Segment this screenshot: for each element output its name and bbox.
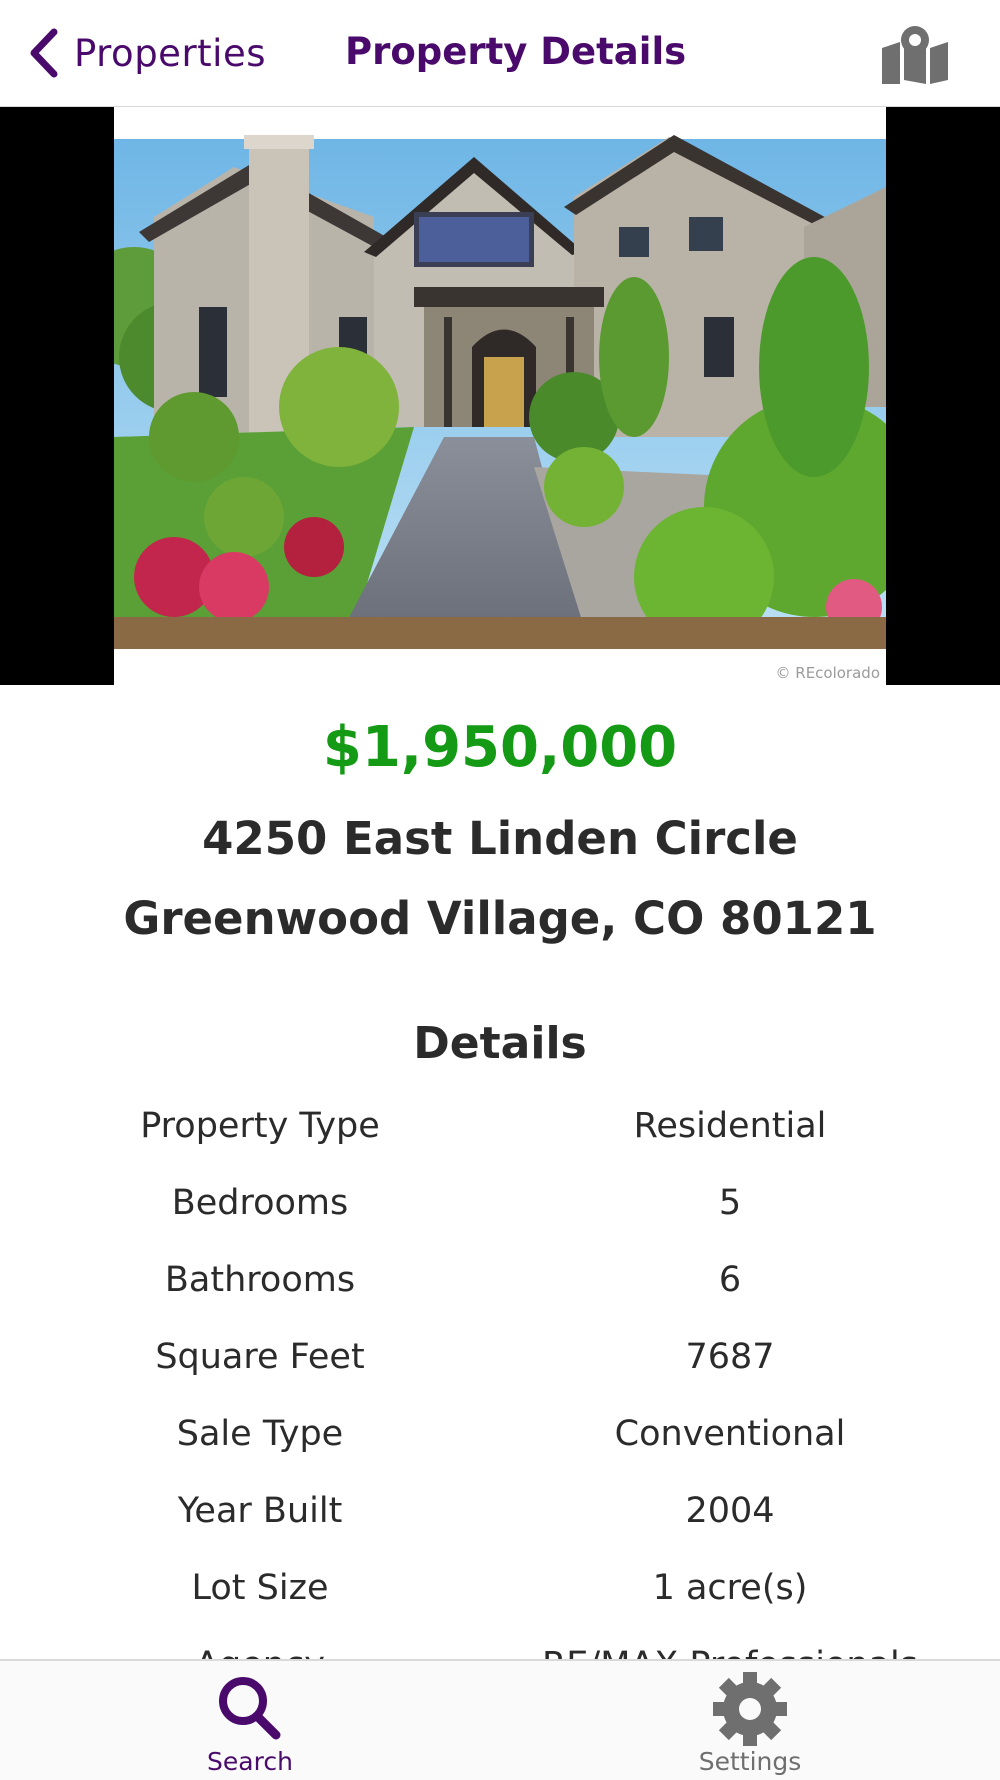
tab-search[interactable]: Search [100, 1661, 400, 1780]
page-title: Property Details [345, 30, 687, 73]
tab-bar: Search Settings [0, 1659, 1000, 1780]
detail-value: 5 [718, 1183, 742, 1223]
detail-value: 2004 [685, 1491, 775, 1531]
detail-row: Property Type Residential [0, 1092, 1000, 1169]
detail-value: 6 [718, 1260, 742, 1300]
detail-value: Conventional [614, 1414, 846, 1454]
detail-row: Bathrooms 6 [0, 1246, 1000, 1323]
detail-value: Residential [633, 1106, 827, 1146]
map-button[interactable] [880, 24, 950, 86]
detail-label: Bedrooms [171, 1183, 349, 1223]
detail-label: Lot Size [191, 1568, 329, 1608]
detail-value: 7687 [685, 1337, 775, 1377]
detail-row: Square Feet 7687 [0, 1323, 1000, 1400]
back-label: Properties [74, 31, 266, 75]
photo-watermark: © REcolorado [775, 664, 881, 682]
detail-row: Year Built 2004 [0, 1477, 1000, 1554]
house-image [114, 107, 886, 685]
property-photo[interactable]: © REcolorado [114, 107, 886, 685]
tab-settings[interactable]: Settings [600, 1661, 900, 1780]
gear-icon [713, 1672, 787, 1746]
detail-label: Property Type [140, 1106, 380, 1146]
detail-label: Bathrooms [164, 1260, 356, 1300]
address-line2: Greenwood Village, CO 80121 [123, 892, 877, 945]
tab-search-label: Search [207, 1747, 293, 1776]
tab-settings-label: Settings [698, 1747, 802, 1776]
detail-row: Lot Size 1 acre(s) [0, 1554, 1000, 1631]
details-table: Property Type Residential Bedrooms 5 Bat… [0, 1092, 1000, 1708]
back-button[interactable]: Properties [26, 28, 266, 78]
address-line1: 4250 East Linden Circle [202, 812, 798, 865]
listing-price: $1,950,000 [322, 715, 678, 780]
map-marker-icon [882, 26, 948, 84]
detail-value: 1 acre(s) [652, 1568, 808, 1608]
nav-header: Properties Property Details [0, 0, 1000, 108]
search-icon [219, 1677, 281, 1740]
detail-label: Sale Type [176, 1414, 344, 1454]
photo-frame: © REcolorado [0, 107, 1000, 685]
detail-label: Square Feet [155, 1337, 365, 1377]
detail-row: Sale Type Conventional [0, 1400, 1000, 1477]
detail-label: Year Built [177, 1491, 343, 1531]
detail-row: Bedrooms 5 [0, 1169, 1000, 1246]
details-heading: Details [413, 1018, 587, 1069]
chevron-left-icon [30, 28, 58, 78]
